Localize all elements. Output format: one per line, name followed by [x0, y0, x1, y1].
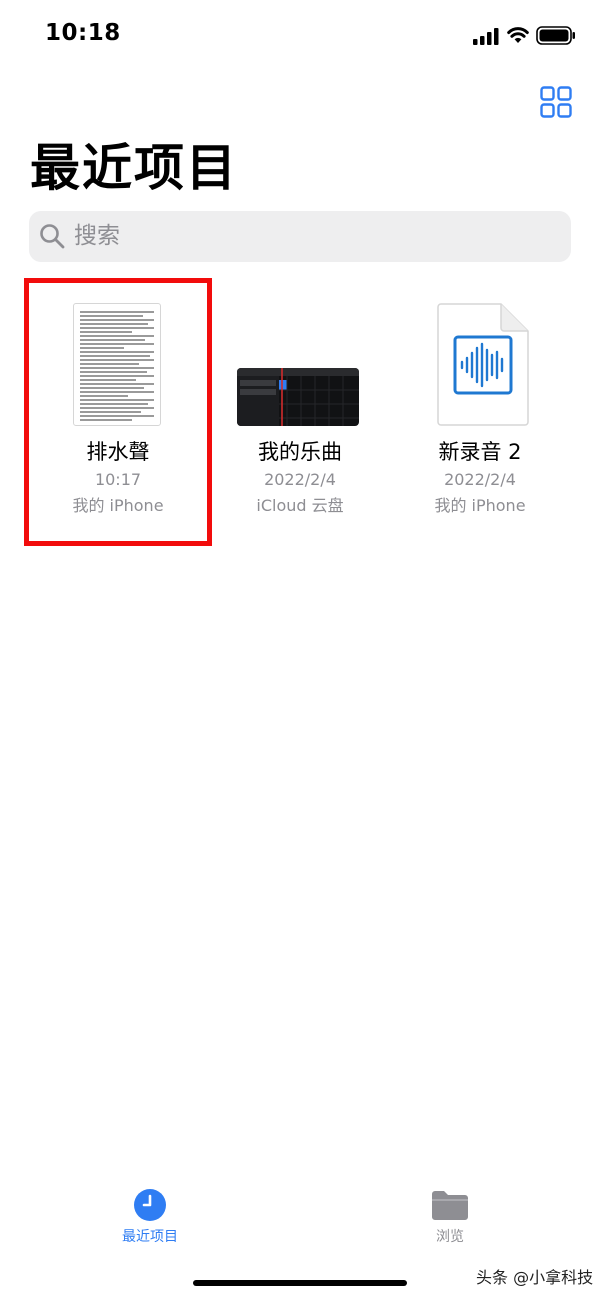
home-indicator	[193, 1280, 407, 1286]
file-location: iCloud 云盘	[256, 496, 344, 515]
cellular-signal-icon	[473, 28, 499, 45]
tab-browse[interactable]: 浏览	[400, 1188, 500, 1248]
file-date: 2022/2/4	[444, 470, 516, 489]
music-project-icon	[237, 368, 359, 426]
file-thumbnail	[211, 303, 389, 428]
page-title: 最近项目	[30, 139, 238, 197]
file-location: 我的 iPhone	[72, 496, 164, 515]
status-time: 10:18	[45, 20, 121, 46]
file-date: 2022/2/4	[264, 470, 336, 489]
file-location: 我的 iPhone	[434, 496, 526, 515]
status-bar: 10:18	[0, 0, 600, 72]
tab-label: 最近项目	[122, 1229, 178, 1245]
clock-icon	[134, 1189, 166, 1221]
file-item-document[interactable]: 排水聲 10:17 我的 iPhone	[24, 278, 212, 546]
file-thumbnail	[391, 303, 569, 428]
folder-icon	[432, 1191, 468, 1220]
tab-recents[interactable]: 最近项目	[100, 1188, 200, 1248]
grid-icon[interactable]	[540, 86, 572, 118]
battery-icon	[536, 26, 575, 45]
search-input[interactable]: 搜索	[29, 211, 571, 262]
watermark: 头条 @小拿科技	[476, 1268, 594, 1287]
file-thumbnail	[29, 303, 207, 428]
search-icon	[40, 224, 65, 249]
wifi-icon	[507, 27, 529, 43]
file-name: 排水聲	[86, 440, 150, 464]
file-name: 新录音 2	[438, 440, 522, 464]
tab-label: 浏览	[436, 1229, 464, 1245]
audio-file-icon	[437, 303, 529, 426]
file-item-music[interactable]: 我的乐曲 2022/2/4 iCloud 云盘	[211, 283, 389, 541]
search-placeholder: 搜索	[74, 223, 120, 249]
document-icon	[73, 303, 161, 426]
file-item-audio[interactable]: 新录音 2 2022/2/4 我的 iPhone	[391, 283, 569, 541]
file-name: 我的乐曲	[258, 440, 342, 464]
file-date: 10:17	[94, 470, 142, 489]
